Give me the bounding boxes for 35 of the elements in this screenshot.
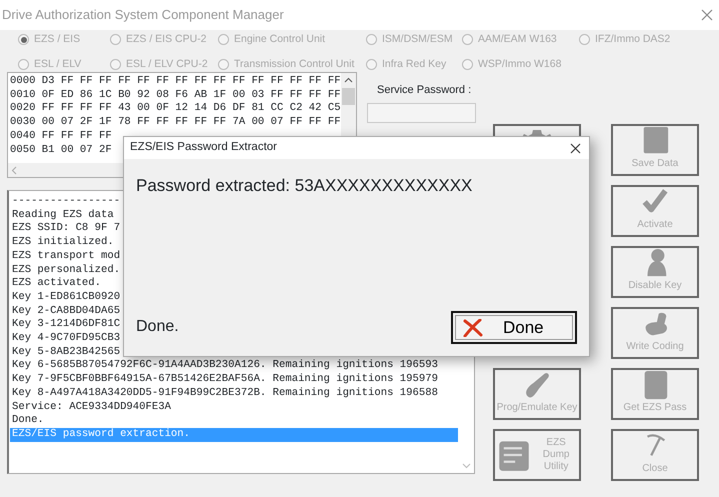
log-line[interactable]: Key 2-CA8BD04DA65 [10, 304, 120, 318]
hex-row: 0020 FF FF FF FF 43 00 0F 12 14 D6 DF 81 CC C2 42 C5 [10, 102, 341, 116]
window-title: Drive Authorization System Component Manager [2, 6, 284, 24]
log-line[interactable]: Key 8-A497A418A3420DD5-91F94B99C2BE372B. Remaining ignitions 196588 [10, 386, 438, 401]
log-line[interactable]: EZS initialized. [10, 236, 114, 250]
hex-row: 0050 B1 00 07 2F [10, 144, 112, 158]
scroll-left-icon[interactable] [11, 166, 17, 174]
log-line[interactable]: Service: ACE9334DD940FE3A [10, 400, 171, 414]
log-line[interactable]: EZS transport mod [10, 250, 120, 264]
hex-row: 0030 00 07 2F 1F 78 FF FF FF FF FF 7A 00 07 FF FF FF [10, 116, 341, 130]
field-label: Service Password : [376, 83, 472, 98]
scrollbar-thumb[interactable] [342, 88, 355, 105]
log-line[interactable]: EZS activated. [10, 277, 102, 291]
log-line[interactable]: EZS personalized. [10, 264, 120, 278]
scroll-up-icon[interactable] [344, 77, 353, 83]
log-line[interactable]: Reading EZS data [10, 208, 114, 222]
status-text: Done. [136, 316, 179, 336]
log-line[interactable]: Key 3-1214D6DF81C [10, 318, 120, 332]
dialog-title: EZS/EIS Password Extractor [130, 140, 277, 156]
log-line[interactable]: Key 7-9F5CBF0BBF64915A-67B51426E2BAF56A. Remaining ignitions 195979 [10, 373, 438, 387]
hex-row: 0000 D3 FF FF FF FF FF FF FF FF FF FF FF FF FF FF FF [10, 75, 341, 89]
close-icon[interactable] [570, 142, 581, 154]
scroll-down-icon[interactable] [462, 463, 470, 469]
log-line[interactable]: EZS SSID: C8 9F 7 [10, 222, 120, 236]
log-line[interactable]: Done. [10, 414, 44, 428]
log-line[interactable]: Key 5-8AB23B42565 [10, 346, 120, 360]
log-line[interactable]: ----------------- [10, 195, 120, 209]
log-line[interactable]: Key 1-ED861CB0920 [10, 290, 120, 305]
log-line[interactable]: Key 6-5685B87054792F6C-91A4AAD3B230A126. Remaining ignitions 196593 [10, 359, 438, 374]
done-button[interactable]: Done [451, 311, 577, 344]
hex-row: 0040 FF FF FF FF [10, 130, 112, 144]
cross-icon [463, 318, 483, 336]
hex-row: 0010 0F ED 86 1C B0 92 08 F6 AB 1F 00 03 FF FF FF FF [10, 88, 341, 102]
dialog-message: Password extracted: 53AXXXXXXXXXXXXX [136, 175, 474, 197]
log-line[interactable]: Key 4-9C70FD95CB3 [10, 332, 120, 346]
